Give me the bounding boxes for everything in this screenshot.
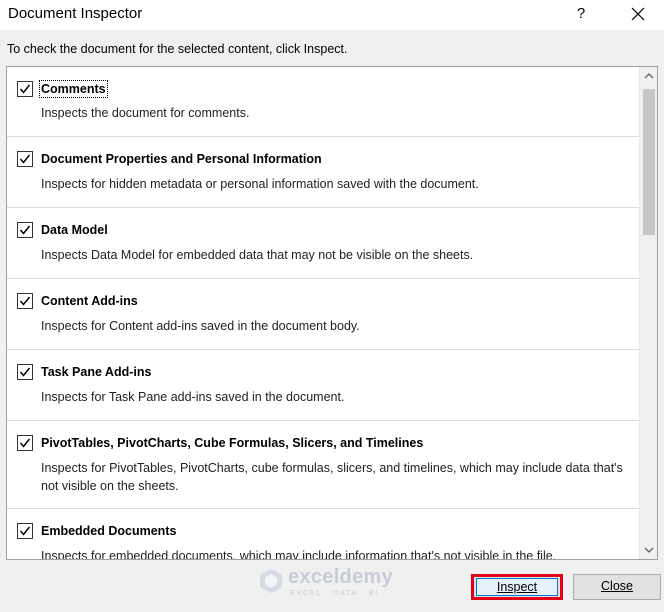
embedded-documents-description: Inspects for embedded documents, which m… (41, 549, 557, 560)
checkmark-icon (19, 367, 31, 377)
document-properties-description: Inspects for hidden metadata or personal… (41, 177, 479, 191)
chevron-down-icon (644, 547, 654, 553)
list-item-comments: Comments Inspects the document for comme… (7, 67, 639, 137)
list-item-embedded-documents: Embedded Documents Inspects for embedded… (7, 509, 639, 560)
inspect-button[interactable]: Inspect (471, 574, 563, 600)
close-window-button[interactable] (626, 3, 650, 25)
close-icon (631, 7, 645, 21)
scrollbar-thumb[interactable] (643, 89, 655, 235)
watermark-tagline: EXCEL · DATA · BI (290, 588, 379, 597)
embedded-documents-label[interactable]: Embedded Documents (41, 524, 176, 538)
document-inspector-dialog: Document Inspector ? To check the docume… (0, 0, 664, 612)
exceldemy-logo-icon (260, 569, 282, 593)
checkmark-icon (19, 296, 31, 306)
list-item-pivottables: PivotTables, PivotCharts, Cube Formulas,… (7, 421, 639, 509)
content-add-ins-description: Inspects for Content add-ins saved in th… (41, 319, 360, 333)
chevron-up-icon (644, 73, 654, 79)
instruction-text: To check the document for the selected c… (7, 42, 348, 56)
inspect-button-label: Inspect (496, 580, 538, 594)
watermark-brand: exceldemy (288, 566, 393, 588)
list-item-data-model: Data Model Inspects Data Model for embed… (7, 208, 639, 279)
window-title: Document Inspector (8, 5, 143, 22)
pivottables-checkbox[interactable] (17, 435, 33, 451)
task-pane-add-ins-description: Inspects for Task Pane add-ins saved in … (41, 390, 345, 404)
data-model-checkbox[interactable] (17, 222, 33, 238)
embedded-documents-checkbox[interactable] (17, 523, 33, 539)
vertical-scrollbar[interactable] (639, 67, 657, 559)
list-item-document-properties: Document Properties and Personal Informa… (7, 137, 639, 208)
pivottables-description: Inspects for PivotTables, PivotCharts, c… (41, 461, 623, 493)
list-item-task-pane-add-ins: Task Pane Add-ins Inspects for Task Pane… (7, 350, 639, 421)
checkmark-icon (19, 154, 31, 164)
scroll-down-button[interactable] (640, 541, 657, 559)
title-bar: Document Inspector ? (0, 0, 664, 30)
scroll-up-button[interactable] (640, 67, 657, 85)
exceldemy-watermark: exceldemy EXCEL · DATA · BI (258, 566, 408, 597)
pivottables-label[interactable]: PivotTables, PivotCharts, Cube Formulas,… (41, 436, 423, 450)
document-properties-checkbox[interactable] (17, 151, 33, 167)
content-add-ins-label[interactable]: Content Add-ins (41, 294, 138, 308)
close-button-label: Close (601, 579, 633, 593)
help-button[interactable]: ? (570, 3, 592, 25)
task-pane-add-ins-checkbox[interactable] (17, 364, 33, 380)
close-button[interactable]: Close (573, 574, 661, 600)
task-pane-add-ins-label[interactable]: Task Pane Add-ins (41, 365, 151, 379)
comments-checkbox[interactable] (17, 81, 33, 97)
comments-label[interactable]: Comments (39, 80, 108, 98)
checkmark-icon (19, 84, 31, 94)
checkmark-icon (19, 526, 31, 536)
checkmark-icon (19, 225, 31, 235)
document-properties-label[interactable]: Document Properties and Personal Informa… (41, 152, 322, 166)
comments-description: Inspects the document for comments. (41, 106, 250, 120)
inspection-list: Comments Inspects the document for comme… (6, 66, 658, 560)
data-model-label[interactable]: Data Model (41, 223, 108, 237)
content-add-ins-checkbox[interactable] (17, 293, 33, 309)
list-item-content-add-ins: Content Add-ins Inspects for Content add… (7, 279, 639, 350)
data-model-description: Inspects Data Model for embedded data th… (41, 248, 474, 262)
checkmark-icon (19, 438, 31, 448)
